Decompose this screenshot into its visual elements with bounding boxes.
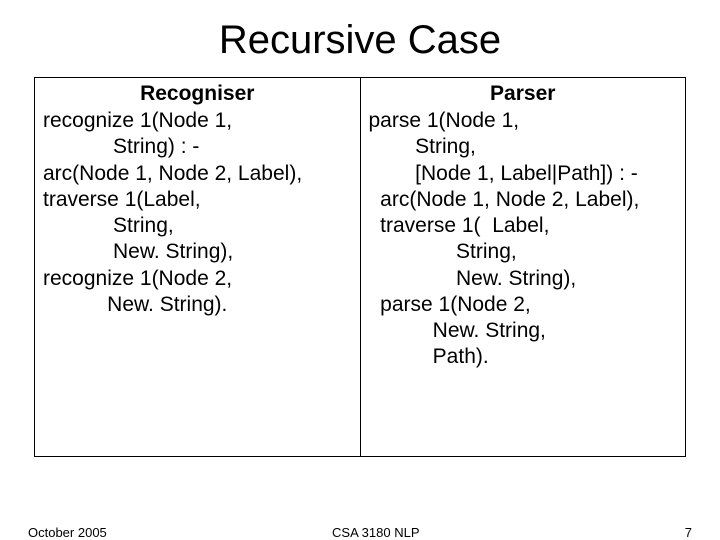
- slide: Recursive Case Recogniser recognize 1(No…: [0, 18, 720, 540]
- footer-center: CSA 3180 NLP: [67, 525, 685, 540]
- recogniser-code: recognize 1(Node 1, String) : - arc(Node…: [43, 108, 352, 318]
- parser-code: parse 1(Node 1, String, [Node 1, Label|P…: [369, 108, 678, 371]
- columns: Recogniser recognize 1(Node 1, String) :…: [0, 77, 720, 457]
- recogniser-box: Recogniser recognize 1(Node 1, String) :…: [34, 77, 361, 457]
- footer: October 2005 CSA 3180 NLP 7: [0, 525, 720, 540]
- recogniser-heading: Recogniser: [43, 82, 352, 106]
- slide-title: Recursive Case: [0, 18, 720, 63]
- footer-page-number: 7: [685, 525, 692, 540]
- parser-heading: Parser: [369, 82, 678, 106]
- parser-box: Parser parse 1(Node 1, String, [Node 1, …: [360, 77, 687, 457]
